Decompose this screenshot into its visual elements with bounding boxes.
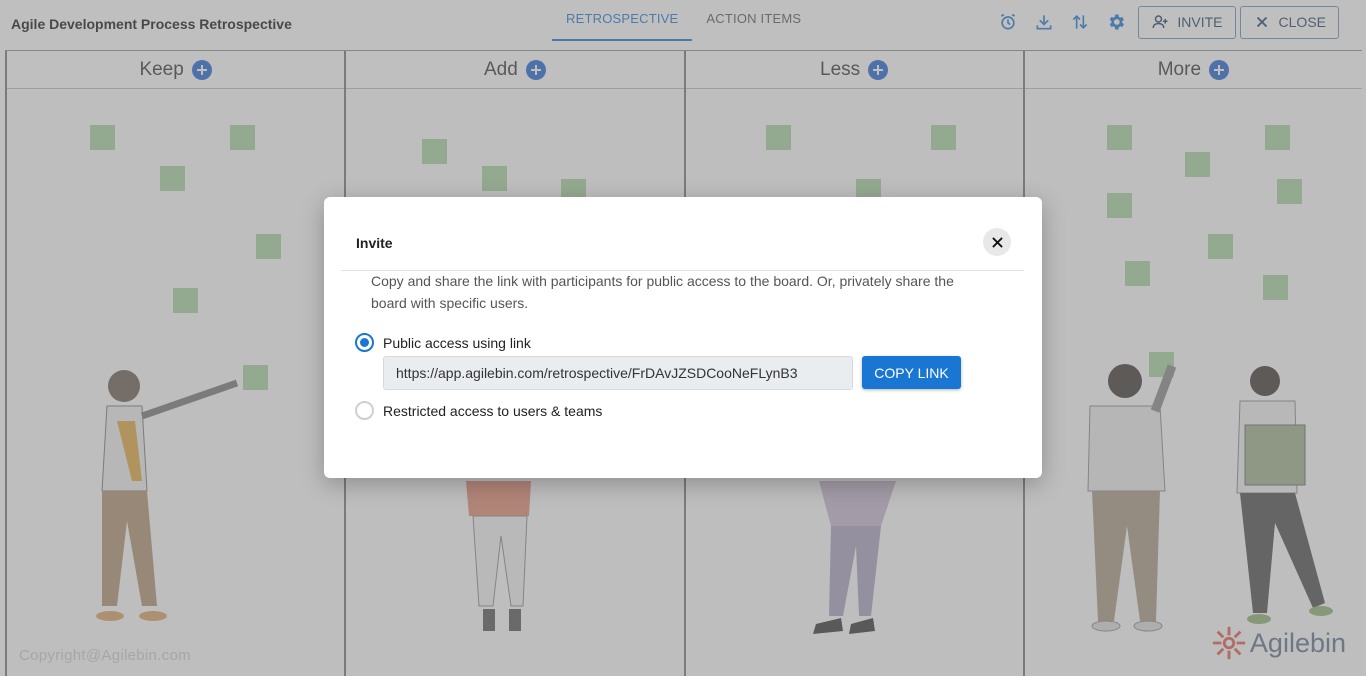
dialog-close-button[interactable] [983,228,1011,256]
restricted-access-radio[interactable] [355,401,374,420]
public-access-option[interactable]: Public access using link [355,333,531,352]
dialog-title: Invite [356,235,393,251]
public-access-label: Public access using link [383,334,531,351]
share-link-field[interactable] [383,356,853,390]
dialog-description: Copy and share the link with participant… [371,273,954,311]
public-access-radio[interactable] [355,333,374,352]
invite-dialog: Invite Copy and share the link with part… [324,197,1042,478]
close-icon [991,236,1003,248]
restricted-access-label: Restricted access to users & teams [383,402,603,419]
restricted-access-option[interactable]: Restricted access to users & teams [355,401,602,420]
copy-link-button[interactable]: COPY LINK [862,356,961,389]
